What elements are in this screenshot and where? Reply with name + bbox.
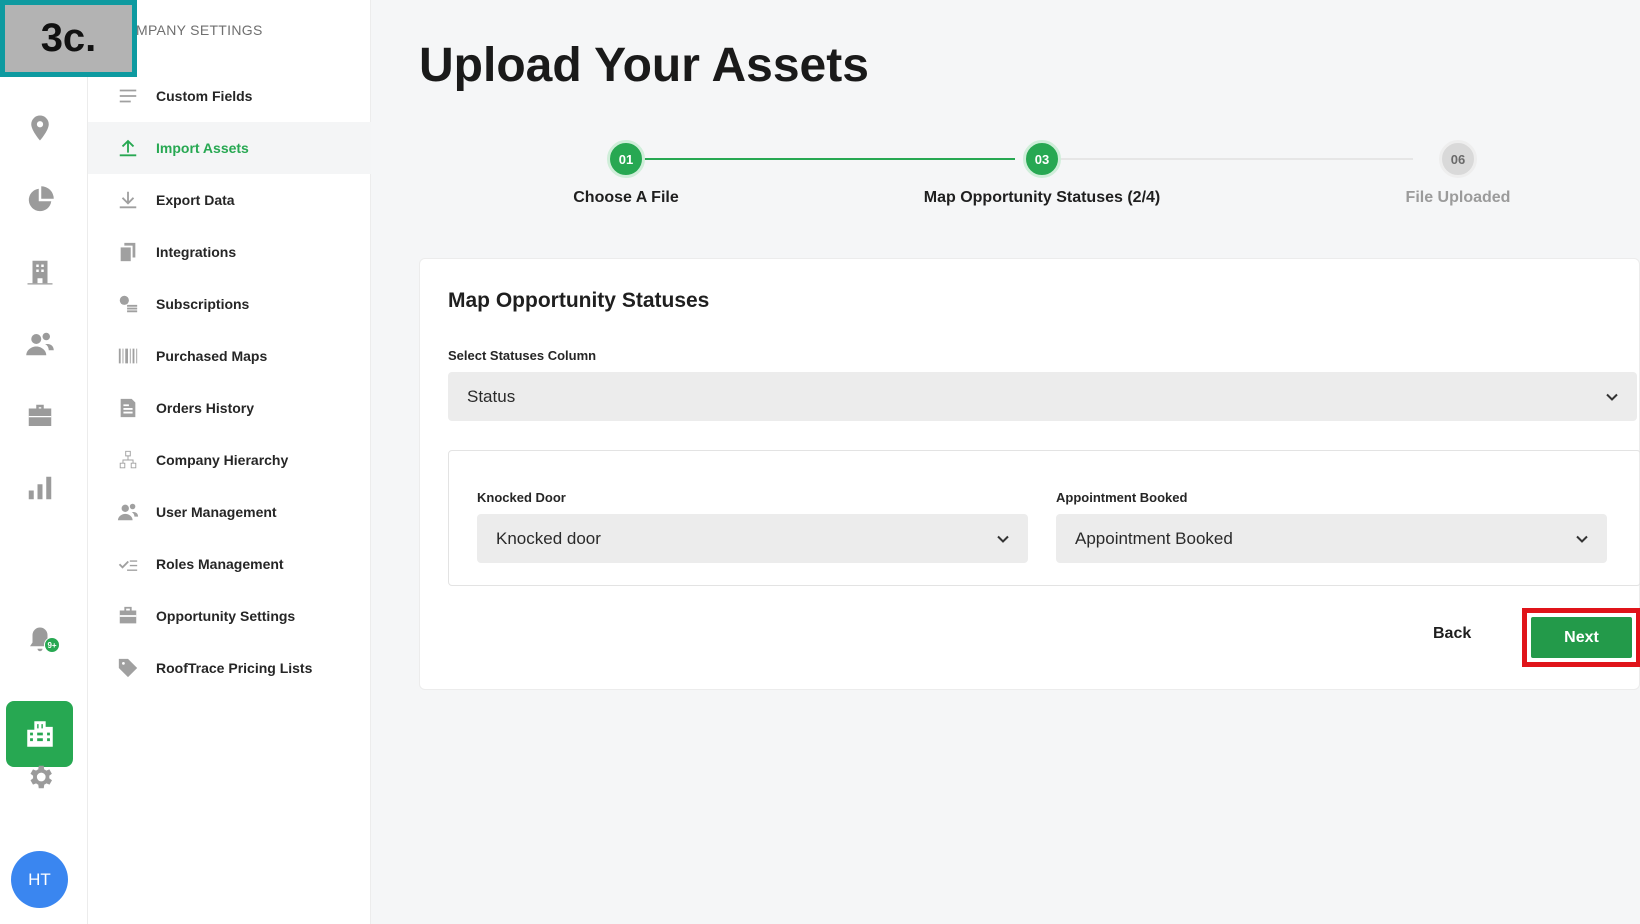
status-mapping-box: Knocked Door Knocked door Appointment Bo…: [448, 450, 1640, 586]
sidebar-item-integrations[interactable]: Integrations: [88, 226, 371, 278]
pie-chart-icon[interactable]: [20, 180, 60, 220]
knocked-door-value: Knocked door: [496, 528, 601, 548]
sidebar-item-company-hierarchy[interactable]: Company Hierarchy: [88, 434, 371, 486]
user-avatar[interactable]: HT: [11, 851, 68, 908]
briefcase-icon: [116, 604, 140, 628]
team-icon[interactable]: [20, 324, 60, 364]
sidebar-item-export-data[interactable]: Export Data: [88, 174, 371, 226]
sidebar-item-custom-fields[interactable]: Custom Fields: [88, 70, 371, 122]
icon-rail: 9+ HT: [0, 0, 88, 924]
sidebar-item-label: Purchased Maps: [156, 348, 268, 364]
statuses-column-label: Select Statuses Column: [448, 348, 597, 363]
notification-badge: 9+: [44, 637, 60, 653]
users-icon: [116, 500, 140, 524]
briefcase-icon[interactable]: [20, 396, 60, 436]
sidebar-item-label: RoofTrace Pricing Lists: [156, 660, 313, 676]
statuses-column-select[interactable]: Status: [448, 372, 1637, 421]
chevron-down-icon: [996, 531, 1010, 545]
sidebar-item-label: Subscriptions: [156, 296, 250, 312]
list-lines-icon: [116, 84, 140, 108]
sidebar-item-label: User Management: [156, 504, 277, 520]
step-label-final: File Uploaded: [1405, 189, 1511, 206]
sidebar-item-label: Import Assets: [156, 140, 249, 156]
next-button-highlight: Next: [1522, 608, 1640, 667]
sidebar-item-roles-management[interactable]: Roles Management: [88, 538, 371, 590]
step-tag-overlay: 3c.: [0, 0, 137, 77]
appointment-booked-value: Appointment Booked: [1075, 528, 1233, 548]
coins-icon: [116, 292, 140, 316]
page-title: Upload Your Assets: [419, 39, 869, 92]
download-arrow-icon: [116, 188, 140, 212]
sidebar-item-label: Opportunity Settings: [156, 608, 296, 624]
chevron-down-icon: [1605, 389, 1619, 403]
sidebar-item-label: Custom Fields: [156, 88, 253, 104]
company-icon: [26, 721, 53, 747]
step-circle-current: 03: [1023, 140, 1061, 178]
stepper-remaining-line: [1033, 158, 1413, 160]
org-chart-icon: [116, 448, 140, 472]
sidebar-heading: MPANY SETTINGS: [136, 22, 263, 38]
map-statuses-card: Map Opportunity Statuses Select Statuses…: [419, 258, 1640, 690]
sidebar-item-opportunity-settings[interactable]: Opportunity Settings: [88, 590, 371, 642]
back-button[interactable]: Back: [1433, 625, 1471, 643]
settings-sidebar: MPANY SETTINGS Custom Fields Import Asse…: [88, 0, 371, 924]
stacked-pages-icon: [116, 240, 140, 264]
knocked-door-label: Knocked Door: [477, 490, 566, 505]
sidebar-item-label: Orders History: [156, 400, 255, 416]
chevron-down-icon: [1575, 531, 1589, 545]
main-content: Upload Your Assets 01 Choose A File 03 M…: [371, 0, 1640, 924]
sidebar-item-subscriptions[interactable]: Subscriptions: [88, 278, 371, 330]
step-label-current: Map Opportunity Statuses (2/4): [923, 189, 1161, 206]
sidebar-item-import-assets[interactable]: Import Assets: [88, 122, 371, 174]
step-circle-1: 01: [607, 140, 645, 178]
next-button[interactable]: Next: [1531, 617, 1632, 658]
step-label-1: Choose A File: [573, 189, 679, 206]
gear-icon[interactable]: [20, 757, 60, 797]
sidebar-item-label: Roles Management: [156, 556, 284, 572]
barcode-map-icon: [116, 344, 140, 368]
receipt-icon: [116, 396, 140, 420]
statuses-column-value: Status: [467, 386, 516, 406]
sidebar-item-label: Company Hierarchy: [156, 452, 289, 468]
step-tag-label: 3c.: [5, 5, 132, 72]
bar-chart-icon[interactable]: [20, 468, 60, 508]
location-pin-icon[interactable]: [20, 108, 60, 148]
sidebar-item-label: Integrations: [156, 244, 237, 260]
building-icon[interactable]: [20, 252, 60, 292]
appointment-booked-select[interactable]: Appointment Booked: [1056, 514, 1607, 563]
sidebar-item-rooftrace-pricing-lists[interactable]: RoofTrace Pricing Lists: [88, 642, 371, 694]
upload-arrow-icon: [116, 136, 140, 160]
checklist-icon: [116, 552, 140, 576]
stepper-progress-line: [617, 158, 1015, 160]
sidebar-item-user-management[interactable]: User Management: [88, 486, 371, 538]
knocked-door-select[interactable]: Knocked door: [477, 514, 1028, 563]
sidebar-item-orders-history[interactable]: Orders History: [88, 382, 371, 434]
card-title: Map Opportunity Statuses: [448, 289, 710, 312]
tag-icon: [116, 656, 140, 680]
sidebar-item-purchased-maps[interactable]: Purchased Maps: [88, 330, 371, 382]
sidebar-item-label: Export Data: [156, 192, 235, 208]
appointment-booked-label: Appointment Booked: [1056, 490, 1188, 505]
step-circle-final: 06: [1439, 140, 1477, 178]
